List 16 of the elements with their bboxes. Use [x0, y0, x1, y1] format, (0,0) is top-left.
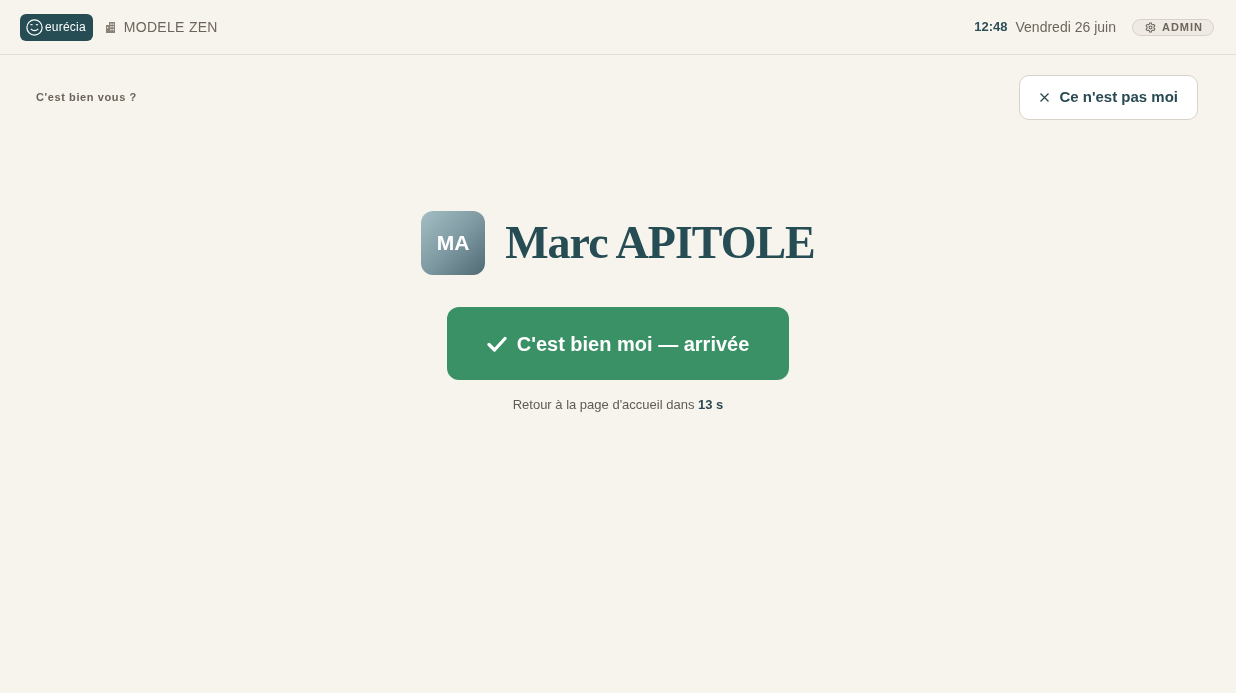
confirm-button[interactable]: C'est bien moi — arrivée [447, 307, 789, 380]
building-icon [104, 21, 116, 33]
close-icon [1040, 93, 1050, 102]
check-icon [486, 335, 507, 352]
site-name: MODELE ZEN [123, 17, 218, 37]
prompt-text: C'est bien vous ? [36, 90, 137, 105]
role-text: ADMIN [1161, 19, 1203, 35]
smiley-icon [26, 18, 43, 36]
person-name: Marc APITOLE [505, 220, 815, 266]
initials-avatar: MA [421, 211, 486, 275]
logo-text: eurécia [45, 19, 86, 36]
current-date: Vendredi 26 juin [1015, 17, 1116, 37]
dismiss-button[interactable]: Ce n'est pas moi [1019, 75, 1198, 120]
clock-time: 12:48 [974, 18, 1008, 37]
countdown-text: Retour à la page d'accueil dans 13 s [512, 396, 724, 414]
gear-icon [1144, 21, 1156, 33]
